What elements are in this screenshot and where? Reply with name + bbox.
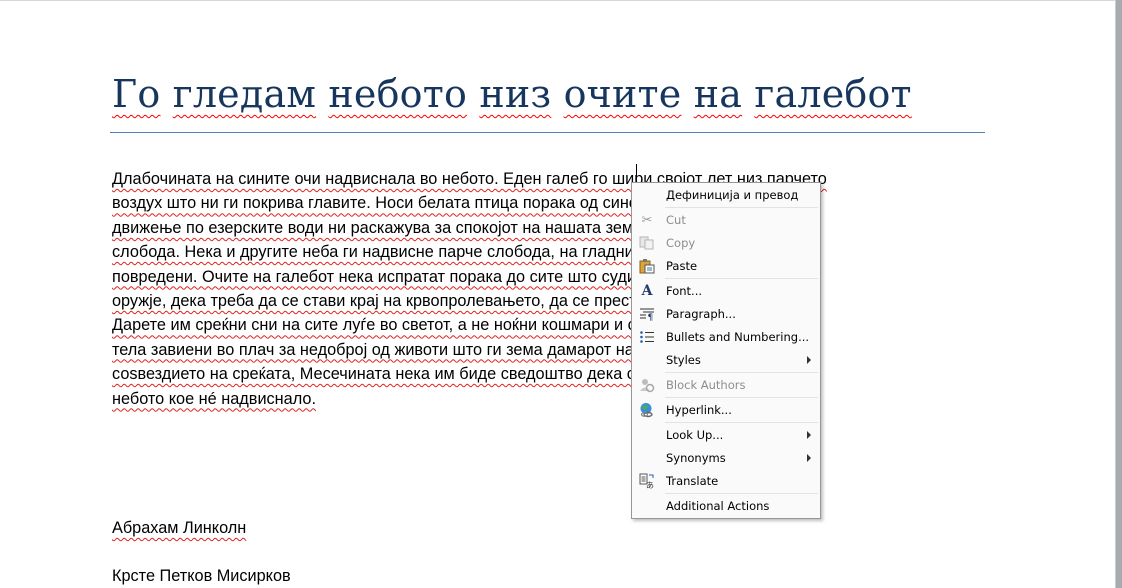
menu-item-additional-actions[interactable]: Additional Actions bbox=[632, 495, 820, 517]
menu-item-block-authors[interactable]: Block Authors bbox=[632, 374, 820, 396]
title-word: низ bbox=[479, 72, 552, 116]
signature-line-2[interactable]: Крсте Петков Мисирков bbox=[112, 567, 291, 586]
submenu-arrow-icon bbox=[807, 356, 811, 364]
menu-item-label: Bullets and Numbering... bbox=[666, 330, 810, 344]
menu-item-label: Дефиниција и превод bbox=[666, 188, 799, 202]
document-title[interactable]: Го гледам небото низ очите на галебот bbox=[112, 72, 912, 116]
menu-separator bbox=[665, 372, 818, 373]
menu-separator bbox=[665, 493, 818, 494]
menu-item-paste[interactable]: Paste bbox=[632, 255, 820, 277]
menu-item-label: Translate bbox=[666, 474, 719, 488]
menu-separator bbox=[665, 422, 818, 423]
paste-icon bbox=[638, 257, 656, 275]
font-icon: A bbox=[641, 283, 653, 299]
menu-item-look-up[interactable]: Look Up... bbox=[632, 424, 820, 446]
menu-separator bbox=[665, 207, 818, 208]
translate-icon: あ bbox=[638, 472, 656, 490]
paragraph-icon: ¶ bbox=[638, 305, 656, 323]
menu-item-bullets-numbering[interactable]: Bullets and Numbering... bbox=[632, 326, 820, 348]
signature-text: Абрахам Линколн bbox=[112, 519, 247, 537]
menu-item-label: Font... bbox=[666, 284, 703, 298]
title-word: гледам bbox=[172, 72, 317, 116]
context-menu: Дефиниција и превод ✂ Cut Copy Paste A F… bbox=[631, 182, 821, 519]
menu-item-label: Paste bbox=[666, 259, 698, 273]
menu-item-label: Hyperlink... bbox=[666, 403, 732, 417]
text-cursor bbox=[636, 164, 637, 184]
menu-item-styles[interactable]: Styles bbox=[632, 349, 820, 371]
title-word: галебот bbox=[754, 72, 912, 116]
menu-item-label: Cut bbox=[666, 213, 686, 227]
menu-item-definition-translation[interactable]: Дефиниција и превод bbox=[632, 184, 820, 206]
scissors-icon: ✂ bbox=[641, 212, 653, 228]
menu-item-label: Look Up... bbox=[666, 428, 724, 442]
svg-text:¶: ¶ bbox=[648, 313, 654, 321]
paragraph-line: небото кое нé надвиснало. bbox=[112, 389, 316, 408]
svg-text:あ: あ bbox=[646, 481, 654, 489]
menu-item-label: Block Authors bbox=[666, 378, 746, 392]
menu-item-hyperlink[interactable]: Hyperlink... bbox=[632, 399, 820, 421]
menu-item-font[interactable]: A Font... bbox=[632, 280, 820, 302]
vertical-scrollbar[interactable] bbox=[1115, 0, 1122, 588]
body-paragraph[interactable]: Длабочината на сините очи надвиснала во … bbox=[112, 167, 982, 411]
document-page[interactable]: Го гледам небото низ очите на галебот Дл… bbox=[0, 0, 1116, 588]
menu-item-label: Copy bbox=[666, 236, 696, 250]
title-word: небото bbox=[328, 72, 468, 116]
menu-item-label: Paragraph... bbox=[666, 307, 736, 321]
title-word: Го bbox=[112, 72, 161, 116]
submenu-arrow-icon bbox=[807, 431, 811, 439]
menu-separator bbox=[665, 397, 818, 398]
title-word: на bbox=[693, 72, 743, 116]
block-authors-icon bbox=[638, 376, 656, 394]
title-word: очите bbox=[563, 72, 682, 116]
signature-line-1[interactable]: Абрахам Линколн bbox=[112, 519, 246, 538]
hyperlink-icon bbox=[638, 401, 656, 419]
menu-item-label: Styles bbox=[666, 353, 701, 367]
menu-item-synonyms[interactable]: Synonyms bbox=[632, 447, 820, 469]
menu-item-cut[interactable]: ✂ Cut bbox=[632, 209, 820, 231]
page-top-border bbox=[0, 0, 1116, 1]
menu-separator bbox=[665, 278, 818, 279]
menu-item-label: Synonyms bbox=[666, 451, 726, 465]
copy-icon bbox=[638, 234, 656, 252]
bullets-icon bbox=[638, 328, 656, 346]
menu-item-translate[interactable]: あ Translate bbox=[632, 470, 820, 492]
menu-item-copy[interactable]: Copy bbox=[632, 232, 820, 254]
title-underline-rule bbox=[110, 132, 985, 133]
submenu-arrow-icon bbox=[807, 454, 811, 462]
menu-item-paragraph[interactable]: ¶ Paragraph... bbox=[632, 303, 820, 325]
menu-item-label: Additional Actions bbox=[666, 499, 770, 513]
